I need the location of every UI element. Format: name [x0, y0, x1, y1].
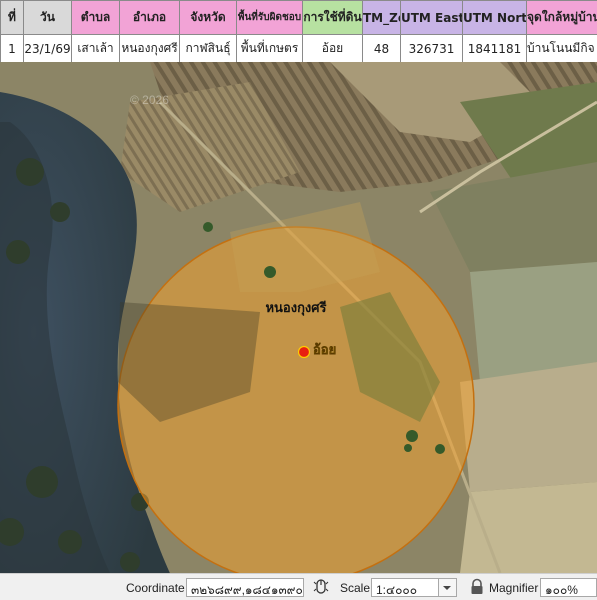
coordinate-label: Coordinate	[126, 581, 185, 595]
cell-land-use[interactable]: อ้อย	[302, 34, 363, 63]
cell-responsible-area[interactable]: พื้นที่เกษตร	[236, 34, 303, 63]
scale-label: Scale	[340, 581, 371, 595]
header-subdistrict[interactable]: ตำบล	[71, 0, 120, 35]
cell-utm-east[interactable]: 326731	[400, 34, 463, 63]
field-southeast	[460, 362, 597, 492]
imagery-watermark: © 2026	[130, 93, 169, 107]
map-canvas[interactable]: © 2026 หนองกุงศรี อ้อย	[0, 62, 597, 573]
lock-icon[interactable]	[468, 578, 486, 596]
satellite-imagery: © 2026 หนองกุงศรี อ้อย	[0, 62, 597, 573]
header-no[interactable]: ที่	[0, 0, 24, 35]
cell-subdistrict[interactable]: เสาเล้า	[71, 34, 120, 63]
place-label: หนองกุงศรี	[265, 300, 326, 316]
cell-no[interactable]: 1	[0, 34, 24, 63]
cell-province[interactable]: กาฬสินธุ์	[179, 34, 237, 63]
cell-utm-zone[interactable]: 48	[362, 34, 401, 63]
cell-date[interactable]: 23/1/69	[23, 34, 72, 63]
field-south-corner	[460, 482, 597, 573]
status-bar: Coordinate ๓๒๖๘๙๙,๑๘๔๑๓๙๐ Scale 1:๔๐๐๐ M…	[0, 573, 597, 600]
table-row[interactable]: 1 23/1/69 เสาเล้า หนองกุงศรี กาฬสินธุ์ พ…	[0, 34, 597, 63]
cell-utm-north[interactable]: 1841181	[462, 34, 527, 63]
point-label: อ้อย	[313, 342, 336, 358]
table-header-row: ที่ วัน ตำบล อำเภอ จังหวัด พื้นที่รับผิด…	[0, 0, 597, 35]
header-utm-north[interactable]: UTM North	[462, 0, 527, 35]
scale-dropdown-button[interactable]	[439, 578, 457, 597]
attribute-table: ที่ วัน ตำบล อำเภอ จังหวัด พื้นที่รับผิด…	[0, 0, 597, 63]
coordinate-field[interactable]: ๓๒๖๘๙๙,๑๘๔๑๓๙๐	[186, 578, 304, 597]
field-east-light	[470, 262, 597, 382]
header-date[interactable]: วัน	[23, 0, 72, 35]
header-province[interactable]: จังหวัด	[179, 0, 237, 35]
magnifier-field[interactable]: ๑๐๐%	[540, 578, 597, 597]
survey-point-marker[interactable]	[297, 345, 311, 359]
header-responsible-area[interactable]: พื้นที่รับผิดชอบ	[236, 0, 303, 35]
header-utm-east[interactable]: UTM East	[400, 0, 463, 35]
cell-district[interactable]: หนองกุงศรี	[119, 34, 180, 63]
header-district[interactable]: อำเภอ	[119, 0, 180, 35]
cell-nearest-village[interactable]: บ้านโนนมีกิจ	[526, 34, 597, 63]
chevron-down-icon	[443, 586, 451, 590]
scale-field[interactable]: 1:๔๐๐๐	[371, 578, 439, 597]
mouse-icon[interactable]	[312, 578, 330, 596]
header-utm-zone[interactable]: TM_Zo	[362, 0, 401, 35]
header-nearest-village[interactable]: จุดใกล้หมู่บ้าน	[526, 0, 597, 35]
magnifier-label: Magnifier	[489, 581, 539, 595]
header-land-use[interactable]: การใช้ที่ดิน	[302, 0, 363, 35]
